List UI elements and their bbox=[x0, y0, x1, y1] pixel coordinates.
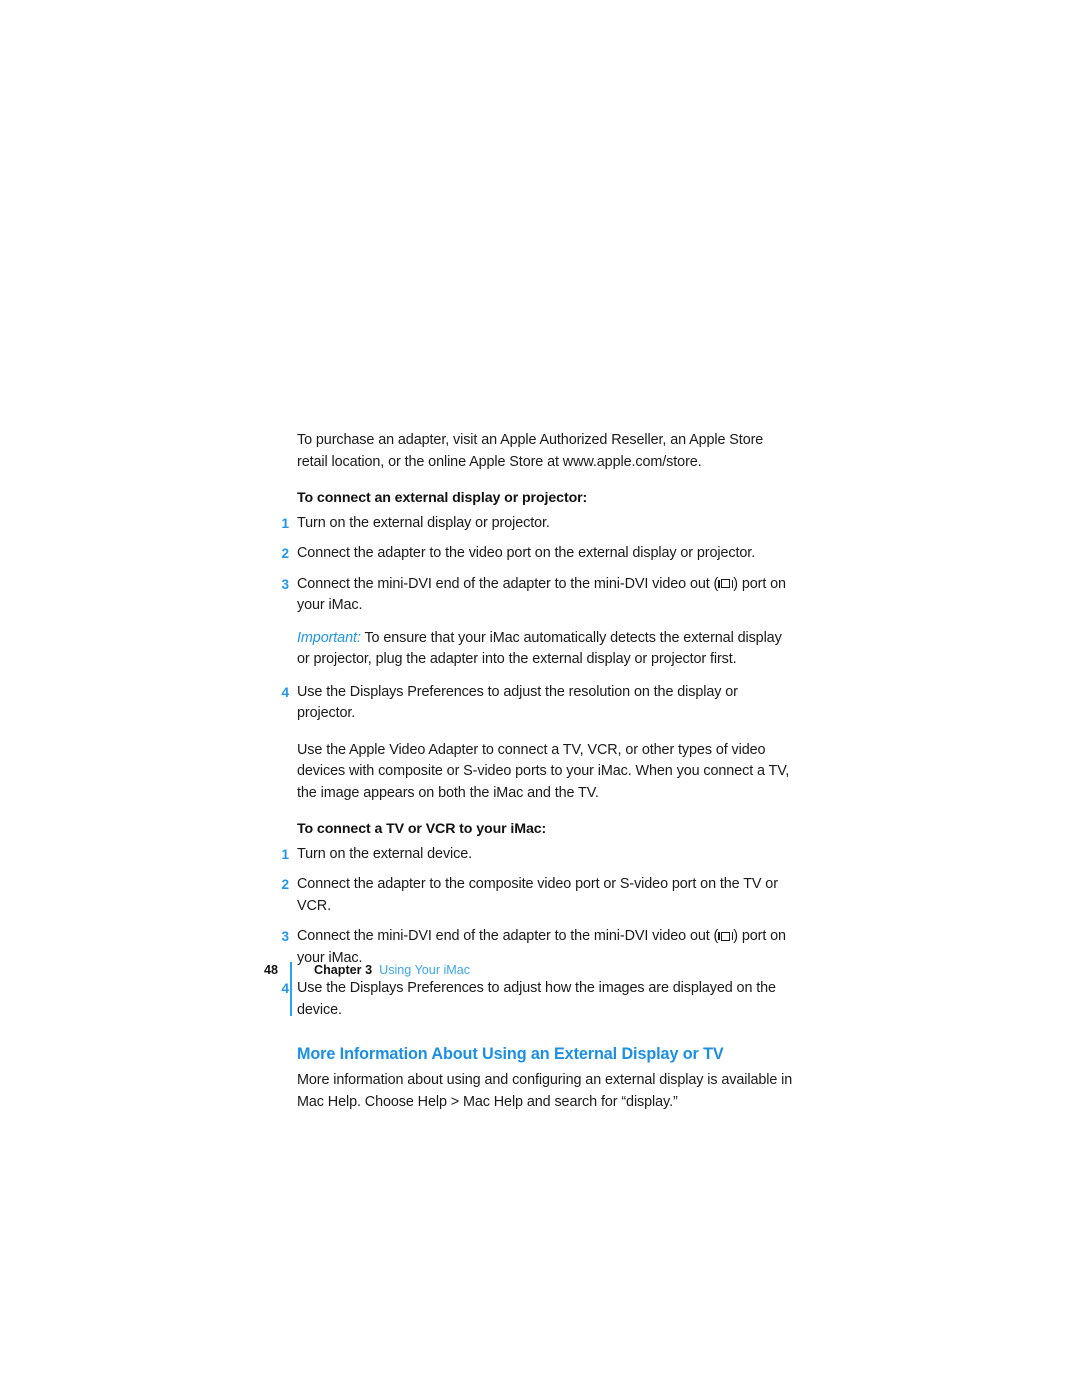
step-number: 3 bbox=[281, 929, 289, 944]
important-note: Important: To ensure that your iMac auto… bbox=[297, 628, 797, 671]
display-procedure-steps: 1 Turn on the external display or projec… bbox=[281, 513, 797, 725]
step-text: Turn on the external display or projecto… bbox=[297, 514, 550, 531]
step-text: Turn on the external device. bbox=[297, 845, 473, 862]
intro-paragraph: To purchase an adapter, visit an Apple A… bbox=[297, 432, 764, 470]
step-number: 2 bbox=[281, 877, 289, 892]
step-number: 1 bbox=[281, 846, 289, 862]
more-info-paragraph: More information about using and configu… bbox=[297, 1072, 793, 1110]
display-procedure-subhead: To connect an external display or projec… bbox=[297, 490, 588, 506]
step-item: 1 Turn on the external display or projec… bbox=[281, 513, 797, 535]
step-item: 2 Connect the adapter to the composite v… bbox=[281, 874, 797, 917]
video-adapter-paragraph: Use the Apple Video Adapter to connect a… bbox=[297, 741, 790, 801]
mini-dvi-port-icon bbox=[718, 579, 734, 589]
step-number: 4 bbox=[281, 684, 289, 700]
mini-dvi-port-icon bbox=[718, 931, 734, 941]
section-heading: More Information About Using an External… bbox=[297, 1045, 724, 1063]
step-item: 3 Connect the mini-DVI end of the adapte… bbox=[281, 574, 797, 671]
step-text: Connect the mini-DVI end of the adapter … bbox=[297, 574, 797, 617]
page-footer: 48 Chapter 3 Using Your iMac bbox=[258, 962, 470, 1018]
important-note-text: To ensure that your iMac automatically d… bbox=[297, 629, 782, 668]
step-text: Connect the adapter to the video port on… bbox=[297, 545, 756, 561]
step-item: 2 Connect the adapter to the video port … bbox=[281, 543, 797, 565]
footer-divider-rule bbox=[290, 962, 292, 1016]
step-item: 4 Use the Displays Preferences to adjust… bbox=[281, 682, 797, 725]
step-item: 1 Turn on the external device. bbox=[281, 844, 797, 866]
step-number: 3 bbox=[281, 576, 289, 592]
step-text: Connect the adapter to the composite vid… bbox=[297, 876, 778, 914]
step-text-before-icon: Connect the mini-DVI end of the adapter … bbox=[297, 928, 719, 944]
footer-chapter-title: Using Your iMac bbox=[379, 963, 471, 977]
footer-label: Chapter 3 Using Your iMac bbox=[314, 962, 470, 979]
step-text-before-icon: Connect the mini-DVI end of the adapter … bbox=[297, 575, 719, 592]
page-content: To purchase an adapter, visit an Apple A… bbox=[281, 430, 797, 1128]
important-note-label: Important: bbox=[297, 629, 361, 646]
step-number: 2 bbox=[281, 546, 289, 561]
page-number: 48 bbox=[263, 963, 278, 977]
footer-chapter: Chapter 3 bbox=[314, 963, 373, 977]
manual-page: To purchase an adapter, visit an Apple A… bbox=[0, 0, 1080, 1397]
tv-procedure-subhead: To connect a TV or VCR to your iMac: bbox=[297, 821, 547, 837]
step-text: Use the Displays Preferences to adjust t… bbox=[297, 683, 738, 722]
step-number: 1 bbox=[281, 515, 289, 531]
